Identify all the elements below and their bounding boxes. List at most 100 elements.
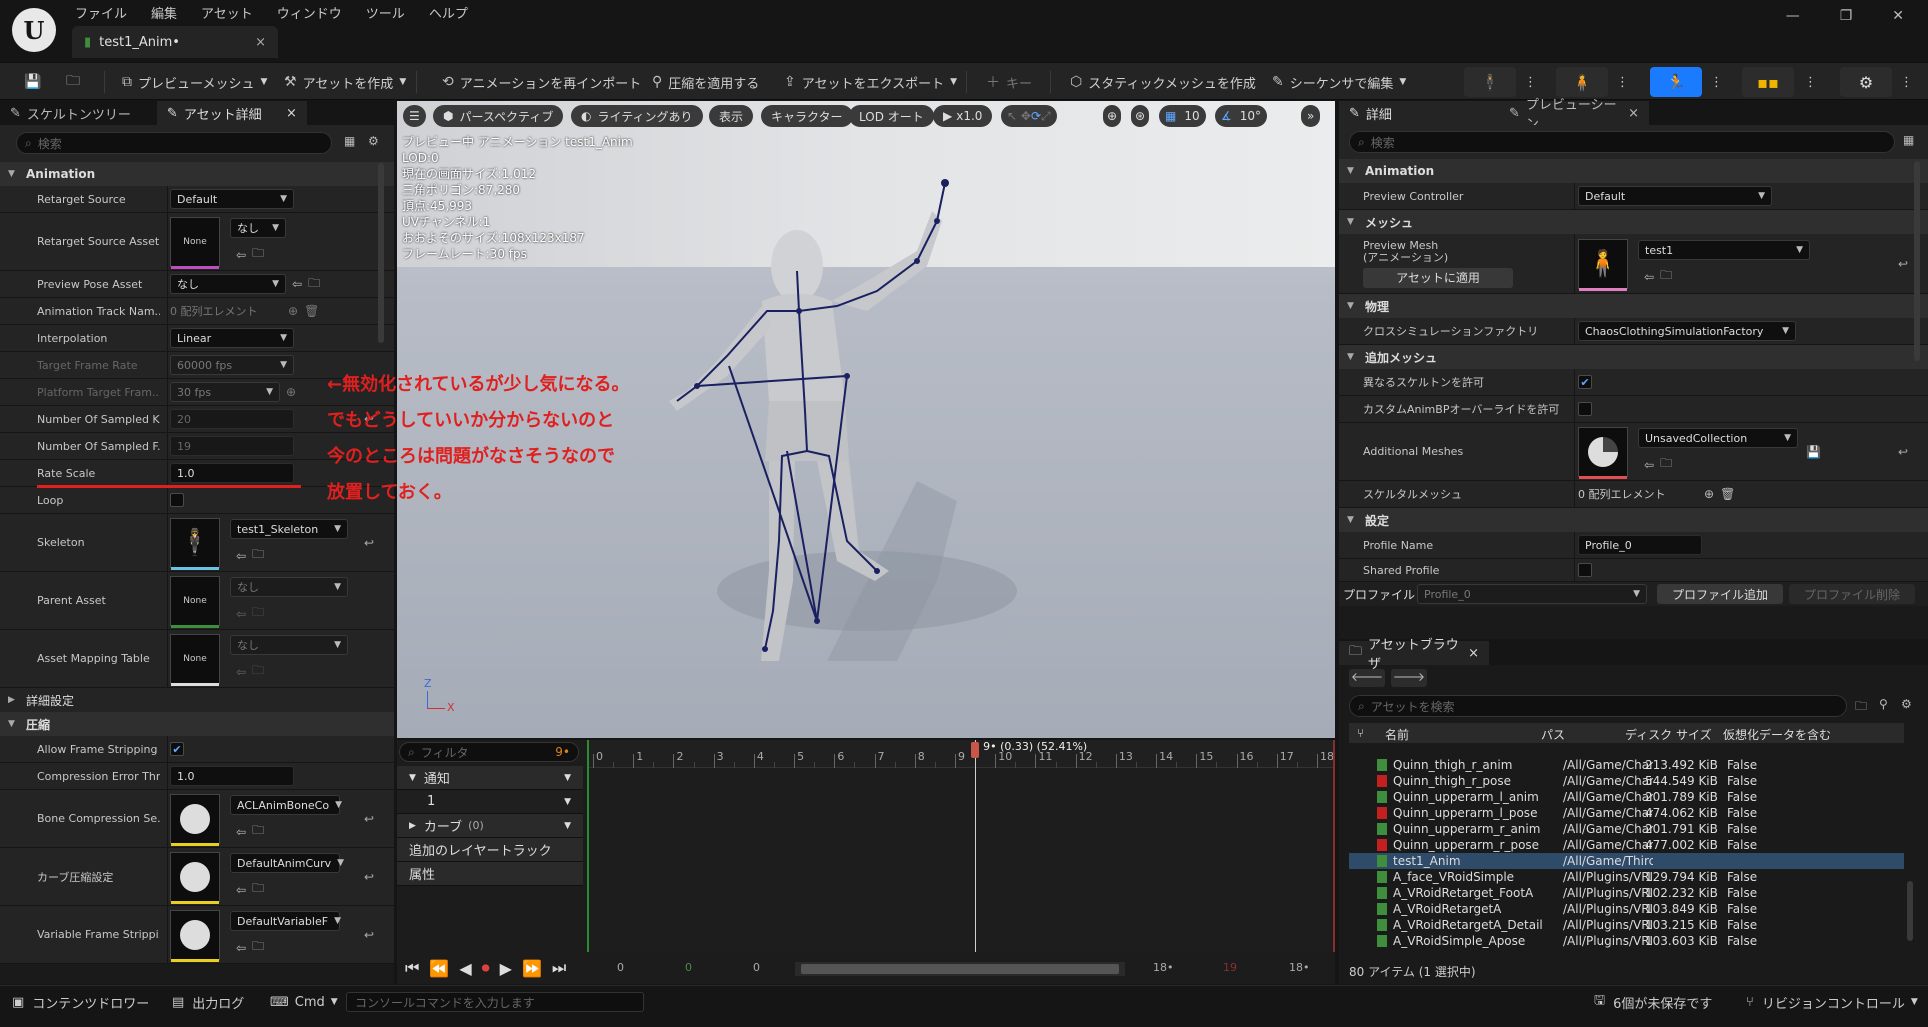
browse-asset-icon[interactable]: 🗀	[252, 879, 264, 900]
back-icon[interactable]: 🡐	[1349, 669, 1385, 687]
maximize-icon[interactable]: ❐	[1840, 8, 1853, 24]
table-row[interactable]: Quinn_upperarm_l_pose/All/Game/Char 474.0…	[1349, 805, 1904, 821]
skeleton-mode-button[interactable]: 🕴	[1464, 67, 1516, 97]
browse-asset-icon[interactable]: 🗀	[252, 937, 264, 958]
skeleton-thumbnail[interactable]: 🕴	[170, 517, 220, 570]
preview-pose-combo[interactable]: なし ▼	[170, 274, 286, 294]
apply-compression-button[interactable]: ⚲ 圧縮を適用する	[652, 63, 759, 101]
skip-start-icon[interactable]: ⏮	[405, 958, 419, 978]
viewport-menu-icon[interactable]: ☰	[403, 105, 426, 127]
add-element-icon[interactable]: ⊕	[288, 304, 298, 318]
menu-asset[interactable]: アセット	[201, 3, 253, 22]
browse-asset-icon[interactable]: 🗀	[252, 661, 264, 682]
browse-asset-icon[interactable]: 🗀	[308, 274, 320, 295]
scrollbar[interactable]	[378, 163, 384, 343]
viewport-expand-icon[interactable]: »	[1301, 105, 1321, 127]
menu-tools[interactable]: ツール	[366, 3, 405, 22]
forward-icon[interactable]: 🡒	[1391, 669, 1427, 687]
asset-search-input[interactable]: ⌕ アセットを検索	[1349, 695, 1847, 717]
tab-asset-browser[interactable]: 🗀 アセットブラウザ ×	[1339, 638, 1489, 672]
browse-asset-icon[interactable]: 🗀	[252, 244, 264, 265]
document-tab[interactable]: ▮ test1_Anim• ×	[72, 26, 278, 58]
sampled-frames-field[interactable]: 19	[170, 436, 294, 456]
minimize-icon[interactable]: —	[1786, 8, 1800, 24]
category-settings[interactable]: ▼ 設定	[1339, 508, 1928, 532]
scrollbar[interactable]	[1914, 161, 1920, 361]
tab-preview-scene[interactable]: ✎プレビューシーン...×	[1499, 98, 1649, 132]
reset-icon[interactable]: ↩	[1898, 257, 1908, 271]
remove-profile-button[interactable]: プロファイル削除	[1789, 584, 1915, 604]
key-button[interactable]: ＋キー	[986, 63, 1032, 101]
skip-end-icon[interactable]: ⏭	[552, 958, 566, 978]
details-search-input[interactable]: ⌕ 検索	[1349, 131, 1895, 153]
table-row[interactable]: Quinn_upperarm_l_anim/All/Game/Char 201.7…	[1349, 789, 1904, 805]
menu-edit[interactable]: 編集	[151, 3, 177, 22]
sampled-keys-field[interactable]: 20	[170, 409, 294, 429]
world-local-icon[interactable]: ⊛	[1131, 105, 1150, 127]
skeleton-combo[interactable]: test1_Skeleton ▼	[230, 519, 348, 539]
use-selected-icon[interactable]: ⇦	[292, 277, 302, 291]
browse-icon[interactable]: 🗀	[66, 63, 86, 101]
apply-to-asset-button[interactable]: アセットに適用	[1363, 267, 1513, 288]
play-reverse-icon[interactable]: ◀	[459, 959, 471, 978]
filter-input[interactable]: ⌕ フィルタ 9•	[399, 742, 579, 762]
browse-asset-icon[interactable]: 🗀	[1660, 454, 1672, 475]
play-icon[interactable]: ▶	[500, 959, 512, 978]
save-icon[interactable]: 💾	[24, 63, 47, 101]
parent-asset-thumbnail[interactable]: None	[170, 575, 220, 628]
console-input[interactable]: コンソールコマンドを入力します	[346, 992, 644, 1012]
additional-meshes-combo[interactable]: UnsavedCollection ▼	[1638, 428, 1798, 448]
record-icon[interactable]: ⏺	[482, 958, 490, 978]
table-row[interactable]: test1_Anim/All/Game/Thirc	[1349, 853, 1904, 869]
timeline-area[interactable]: 0 1 2 3 4 5 6 7 8 9 10 11 12 13 14 15 16 17 18 9• (0.33) (…	[587, 740, 1335, 952]
category-animation[interactable]: ▼ Animation	[0, 162, 394, 186]
anim-more-icon[interactable]: ⋮	[1710, 63, 1723, 101]
variable-frame-thumbnail[interactable]	[170, 909, 220, 962]
playhead[interactable]	[975, 740, 977, 952]
table-row[interactable]: A_VRoidRetarget_FootA/All/Plugins/VRI 102…	[1349, 885, 1904, 901]
surface-snap-icon[interactable]: ⊕	[1103, 105, 1122, 127]
add-profile-button[interactable]: プロファイル追加	[1657, 584, 1783, 604]
physics-mode-button[interactable]: ⚙	[1840, 67, 1892, 97]
bone-compression-thumbnail[interactable]	[170, 793, 220, 846]
track-notify[interactable]: ▼ 通知 ▼	[397, 766, 583, 790]
track-curves[interactable]: ▶ カーブ (0) ▼	[397, 814, 583, 838]
unreal-logo[interactable]: U	[12, 8, 56, 52]
use-selected-icon[interactable]: ⇦	[236, 665, 246, 679]
retarget-asset-thumbnail[interactable]: None	[170, 216, 220, 269]
track-attributes[interactable]: 属性	[397, 862, 583, 886]
cloth-factory-combo[interactable]: ChaosClothingSimulationFactory ▼	[1578, 321, 1796, 341]
use-selected-icon[interactable]: ⇦	[236, 825, 246, 839]
preview-mesh-thumbnail[interactable]: 🧍	[1578, 238, 1628, 291]
reset-icon[interactable]: ↩	[364, 812, 374, 826]
use-selected-icon[interactable]: ⇦	[236, 941, 246, 955]
character-button[interactable]: キャラクター	[761, 105, 853, 127]
shared-profile-checkbox[interactable]	[1578, 563, 1592, 577]
profile-combo[interactable]: Profile_0 ▼	[1417, 584, 1647, 604]
lighting-button[interactable]: ◐ ライティングあり	[571, 105, 703, 127]
table-row[interactable]: A_VRoidRetargetA_Detail/All/Plugins/VRI 1…	[1349, 917, 1904, 933]
compression-error-field[interactable]: 1.0	[170, 766, 294, 786]
select-tool-icon[interactable]: ↖ ✥ ⟳ ⤢	[1001, 105, 1057, 127]
table-row[interactable]: A_VRoidRetargetA/All/Plugins/VRI 103.849 …	[1349, 901, 1904, 917]
table-row[interactable]: A_VRoidSimple_Apose/All/Plugins/VRI 103.6…	[1349, 933, 1904, 949]
blueprint-more-icon[interactable]: ⋮	[1804, 63, 1817, 101]
bone-compression-combo[interactable]: ACLAnimBoneCo ▼	[230, 795, 342, 815]
category-additional-mesh[interactable]: ▼ 追加メッシュ	[1339, 345, 1928, 369]
animation-mode-button[interactable]: 🏃	[1650, 67, 1702, 97]
add-element-icon[interactable]: ⊕	[286, 385, 296, 399]
gear-icon[interactable]: ⚙	[1901, 697, 1912, 711]
tree-icon[interactable]: ⑂	[1357, 726, 1364, 740]
parent-asset-combo[interactable]: なし ▼	[230, 577, 348, 597]
category-mesh[interactable]: ▼ メッシュ	[1339, 210, 1928, 234]
revision-control-button[interactable]: ⑂ リビジョンコントロール ▼	[1746, 986, 1918, 1018]
add-element-icon[interactable]: ⊕	[1704, 487, 1714, 501]
lod-button[interactable]: LOD オート	[849, 105, 934, 127]
use-selected-icon[interactable]: ⇦	[1644, 270, 1654, 284]
close-icon[interactable]: ×	[286, 106, 297, 121]
retarget-asset-combo[interactable]: なし ▼	[230, 218, 286, 238]
table-row[interactable]: A_face_VRoidSimple/All/Plugins/VRI 129.79…	[1349, 869, 1904, 885]
menu-file[interactable]: ファイル	[75, 3, 127, 22]
curve-compression-combo[interactable]: DefaultAnimCurv ▼	[230, 853, 344, 873]
blueprint-mode-button[interactable]: ▪▪	[1742, 67, 1794, 97]
